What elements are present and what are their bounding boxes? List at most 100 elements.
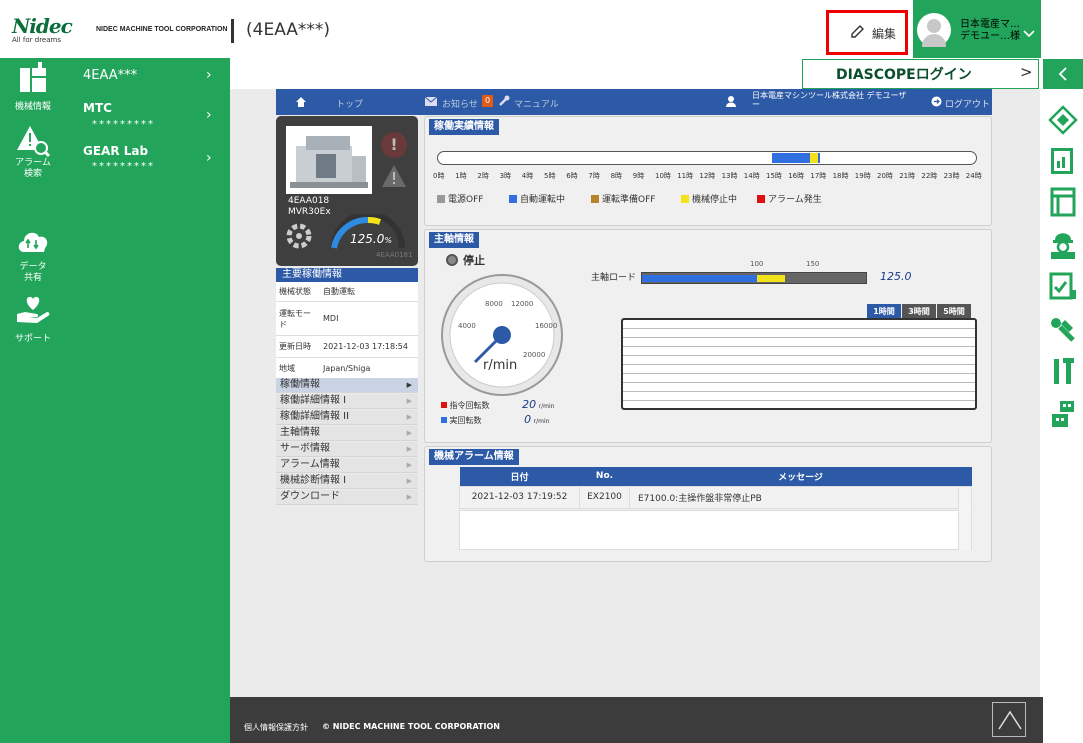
- arrow-right-icon: ▶: [406, 429, 412, 437]
- legend-item: 自動運転中: [509, 192, 565, 205]
- menu-item-detail-1[interactable]: 稼働詳細情報 I ▶: [276, 394, 418, 409]
- alarm-message: E7100.0:主操作盤非常停止PB: [629, 485, 972, 509]
- sub-item-mtc-code: *********: [92, 119, 155, 130]
- edit-button[interactable]: 編集: [872, 25, 896, 42]
- copyright: © NIDEC MACHINE TOOL CORPORATION: [322, 722, 500, 731]
- footer: 個人情報保護方針 © NIDEC MACHINE TOOL CORPORATIO…: [230, 697, 1043, 743]
- tools-button[interactable]: [1047, 355, 1079, 387]
- act-unit: r/min: [533, 418, 550, 425]
- company-user-line2: ー: [752, 100, 760, 109]
- chevron-down-icon[interactable]: [1023, 29, 1035, 39]
- wrench-icon: [1051, 318, 1075, 342]
- tick-label: 22時: [921, 172, 938, 180]
- tab-3h[interactable]: 3時間: [902, 304, 936, 319]
- chevron-right-icon[interactable]: ›: [206, 150, 212, 166]
- legend-swatch: [681, 195, 689, 203]
- avatar[interactable]: [917, 13, 951, 47]
- sub-item-mtc[interactable]: MTC: [83, 101, 112, 115]
- dial-label-12000: 12000: [511, 300, 534, 308]
- robot-button[interactable]: [1047, 398, 1079, 430]
- home-icon[interactable]: [295, 96, 307, 108]
- dial-unit: r/min: [483, 358, 518, 373]
- nav-data-share[interactable]: データ 共有: [0, 226, 66, 284]
- privacy-link[interactable]: 個人情報保護方針: [244, 722, 308, 733]
- logout-link[interactable]: ログアウト: [945, 97, 990, 110]
- nav-support[interactable]: サポート: [0, 294, 66, 345]
- menu-item-servo[interactable]: サーボ情報 ▶: [276, 442, 418, 457]
- nav-label: サポート: [14, 334, 51, 344]
- machine-model: MVR30Ex: [288, 207, 331, 217]
- collapse-button[interactable]: [1043, 59, 1083, 89]
- legend-label: 機械停止中: [692, 195, 738, 205]
- nav-label: データ 共有: [19, 262, 47, 283]
- menu-item-detail-2[interactable]: 稼働詳細情報 II ▶: [276, 410, 418, 425]
- document-icon: [1050, 187, 1076, 217]
- chevron-right-icon[interactable]: ›: [206, 107, 212, 123]
- legend-swatch: [437, 195, 445, 203]
- info-key: 運転モード: [276, 302, 320, 336]
- user-name-line1: 日本電産マ…: [960, 19, 1020, 30]
- sub-item-4eaa[interactable]: 4EAA***: [83, 68, 137, 83]
- tick-label: 4時: [521, 172, 534, 180]
- app-header-bar: トップ お知らせ 0 マニュアル 日本電産マシンツール株式会社 デモユーザー ロ…: [276, 89, 992, 115]
- table-row: 運転モード MDI: [276, 302, 418, 336]
- pencil-icon[interactable]: [849, 24, 865, 40]
- wrench-diagnose-button[interactable]: [1047, 314, 1079, 346]
- tick-label: 2時: [477, 172, 489, 180]
- table-row[interactable]: 2021-12-03 17:19:52 EX2100 E7100.0:主操作盤非常停…: [459, 485, 972, 509]
- tab-5h[interactable]: 5時間: [937, 304, 971, 319]
- menu-label: 機械診断情報 I: [280, 475, 347, 486]
- user-icon: [726, 96, 736, 107]
- tick-label: 20時: [877, 172, 893, 180]
- checklist-icon: [1049, 272, 1076, 300]
- user-name[interactable]: 日本電産マ… デモユー…様: [960, 19, 1020, 43]
- trend-chart: [621, 318, 977, 410]
- tick-label: 18時: [832, 172, 849, 180]
- menu-item-spindle[interactable]: 主軸情報 ▶: [276, 426, 418, 441]
- back-to-top-button[interactable]: [992, 702, 1026, 737]
- menu-item-alarm[interactable]: アラーム情報 ▶: [276, 458, 418, 473]
- alarm-indicator: !: [381, 132, 407, 158]
- diamond-tool-button[interactable]: [1047, 104, 1079, 136]
- machine-card[interactable]: ! 4EAA018 MVR30Ex 125.0% 4EAA0181: [276, 116, 418, 266]
- nav-manual[interactable]: マニュアル: [514, 97, 559, 110]
- menu-label: 稼働詳細情報 I: [280, 395, 347, 406]
- alarm-scrollbar[interactable]: [958, 488, 971, 550]
- tab-1h[interactable]: 1時間: [867, 304, 901, 319]
- table-row: 更新日時 2021-12-03 17:18:54: [276, 336, 418, 358]
- tick-label: 11時: [677, 172, 694, 180]
- warning-icon: [382, 165, 406, 187]
- checklist-button[interactable]: [1047, 270, 1079, 302]
- nav-notice[interactable]: お知らせ: [442, 97, 478, 110]
- report-chart-button[interactable]: [1047, 145, 1079, 177]
- menu-item-download[interactable]: ダウンロード ▶: [276, 490, 418, 505]
- tick-label: 13時: [721, 172, 738, 180]
- chevron-right-icon[interactable]: ›: [206, 67, 212, 83]
- worker-button[interactable]: [1047, 228, 1079, 260]
- info-key: 更新日時: [276, 336, 320, 358]
- document-button[interactable]: [1047, 186, 1079, 218]
- chevron-left-icon: [1058, 67, 1067, 81]
- legend-item: アラーム発生: [757, 192, 822, 205]
- nidec-logo[interactable]: Nidec All for dreams: [12, 16, 73, 44]
- alarm-table: 日付 No. メッセージ 2021-12-03 17:19:52 EX2100 E710…: [459, 467, 972, 509]
- timeline-stop: [810, 153, 818, 163]
- cmd-value: 20: [522, 398, 537, 411]
- load-bar-blue: [642, 275, 757, 282]
- dial-label-20000: 20000: [523, 351, 546, 359]
- nav-top[interactable]: トップ: [336, 97, 363, 110]
- arrow-right-icon: ▶: [406, 381, 412, 389]
- legend-blue-swatch: [441, 417, 447, 423]
- logout-icon: [931, 96, 942, 107]
- legend-label: 電源OFF: [448, 195, 484, 205]
- corp-name: NIDEC MACHINE TOOL CORPORATION: [96, 26, 228, 33]
- menu-label: ダウンロード: [280, 491, 340, 502]
- col-message: メッセージ: [629, 467, 972, 486]
- report-chart-icon: [1051, 148, 1073, 174]
- menu-item-operation[interactable]: 稼働情報 ▶: [276, 378, 418, 393]
- nav-alarm-search[interactable]: アラーム 検索: [0, 124, 66, 184]
- sub-item-gearlab[interactable]: GEAR Lab: [83, 144, 148, 158]
- tick-label: 23時: [943, 172, 960, 180]
- nav-machine-info[interactable]: 機械情報: [0, 62, 66, 113]
- menu-item-diagnosis[interactable]: 機械診断情報 I ▶: [276, 474, 418, 489]
